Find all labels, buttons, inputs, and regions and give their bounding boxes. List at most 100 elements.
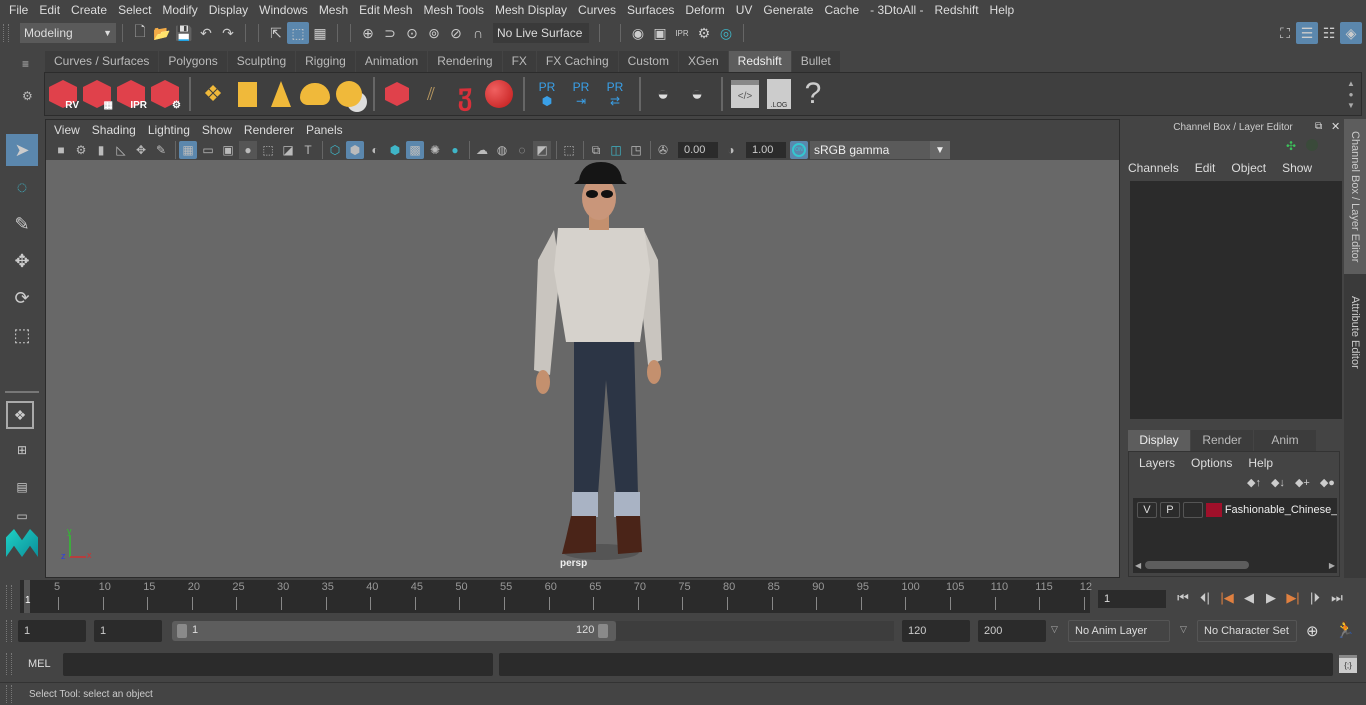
- depth-of-field-icon[interactable]: ◩: [533, 141, 551, 159]
- render-view-icon[interactable]: ◉: [627, 22, 649, 44]
- layer-menu-help[interactable]: Help: [1248, 456, 1273, 470]
- smooth-shade-icon[interactable]: ⬢: [346, 141, 364, 159]
- play-backwards-icon[interactable]: ◀: [1238, 589, 1260, 607]
- log-file-icon[interactable]: .LOG: [763, 76, 795, 112]
- layer-tab-anim[interactable]: Anim: [1254, 430, 1316, 451]
- pr-export-icon[interactable]: PR ⇥: [565, 76, 597, 112]
- go-to-end-icon[interactable]: ⏭: [1326, 589, 1348, 607]
- field-chart-icon[interactable]: ⬚: [259, 141, 277, 159]
- script-editor-icon[interactable]: </>: [729, 76, 761, 112]
- scroll-left-icon[interactable]: ◀: [1135, 561, 1141, 570]
- gamma-icon[interactable]: ◑: [722, 141, 740, 159]
- script-language-toggle[interactable]: MEL: [28, 658, 51, 670]
- view-transform-dropdown[interactable]: sRGB gamma ▼: [810, 141, 950, 159]
- shelf-tab-polygons[interactable]: Polygons: [159, 51, 227, 72]
- viewport-menu-shading[interactable]: Shading: [88, 123, 144, 137]
- menu-edit-mesh[interactable]: Edit Mesh: [354, 3, 418, 17]
- layer-display-type-toggle[interactable]: [1182, 502, 1203, 518]
- exposure-icon[interactable]: ✇: [654, 141, 672, 159]
- image-plane-icon[interactable]: ◺: [112, 141, 130, 159]
- move-tool-icon[interactable]: ✥: [6, 245, 38, 277]
- menu-mesh-display[interactable]: Mesh Display: [490, 3, 573, 17]
- channel-box-toggle-icon[interactable]: ◈: [1340, 22, 1362, 44]
- exposure-field[interactable]: 0.00: [678, 142, 718, 158]
- isolate-select-icon[interactable]: ⬚: [560, 141, 578, 159]
- outliner-persp-layout-icon[interactable]: ▤: [6, 471, 38, 503]
- menu-3dtoall[interactable]: - 3DtoAll -: [865, 3, 929, 17]
- redshift-sun-sky-icon[interactable]: [333, 76, 365, 112]
- render-frame-icon[interactable]: ▣: [649, 22, 671, 44]
- channel-box-menu-object[interactable]: Object: [1231, 161, 1266, 175]
- viewport-menu-panels[interactable]: Panels: [302, 123, 351, 137]
- grip-handle[interactable]: [3, 24, 9, 42]
- animation-preferences-icon[interactable]: 🏃: [1335, 620, 1355, 640]
- layer-row[interactable]: V P Fashionable_Chinese_: [1133, 498, 1337, 518]
- render-settings-icon[interactable]: ⚙: [693, 22, 715, 44]
- shelf-settings-gear-icon[interactable]: ⚙: [22, 89, 33, 103]
- scroll-right-icon[interactable]: ▶: [1329, 561, 1335, 570]
- layer-color-swatch[interactable]: [1205, 503, 1222, 517]
- timeslider-grip[interactable]: [6, 585, 12, 609]
- anim-layer-dropdown-icon[interactable]: ▽: [1051, 624, 1058, 635]
- manipulator-axis-icon[interactable]: ✣: [1286, 139, 1296, 153]
- viewport-menu-lighting[interactable]: Lighting: [144, 123, 198, 137]
- rotate-tool-icon[interactable]: ⟳: [6, 282, 38, 314]
- time-slider[interactable]: 1 5 10 15 20 25 30 35 40 45 50 55 60 65 70 75 80 85 90 95 1…: [20, 580, 1092, 613]
- bake-pie-icon[interactable]: ◒: [647, 76, 679, 112]
- shelf-tab-curves-surfaces[interactable]: Curves / Surfaces: [45, 51, 159, 72]
- undo-icon[interactable]: ↶: [195, 22, 217, 44]
- persp-graph-layout-icon[interactable]: ▭: [6, 508, 38, 524]
- redshift-material-ball-icon[interactable]: [483, 76, 515, 112]
- save-scene-icon[interactable]: 💾: [173, 22, 195, 44]
- command-line-grip[interactable]: [6, 653, 12, 675]
- make-live-icon[interactable]: ∩: [467, 22, 489, 44]
- gate-mask-icon[interactable]: ●: [239, 141, 257, 159]
- bookmark-icon[interactable]: ▮: [92, 141, 110, 159]
- menu-display[interactable]: Display: [204, 3, 254, 17]
- shelf-tab-redshift[interactable]: Redshift: [728, 51, 791, 72]
- single-pane-layout-icon[interactable]: ❖: [6, 401, 34, 429]
- snap-view-plane-icon[interactable]: ⊘: [445, 22, 467, 44]
- redshift-hair-icon[interactable]: ⫽: [415, 76, 447, 112]
- menu-generate[interactable]: Generate: [758, 3, 819, 17]
- command-input[interactable]: [63, 653, 493, 676]
- camera-attributes-icon[interactable]: ⚙: [72, 141, 90, 159]
- xray-active-components-icon[interactable]: ◳: [627, 141, 645, 159]
- shadows-icon[interactable]: ●: [446, 141, 464, 159]
- menu-create[interactable]: Create: [66, 3, 113, 17]
- viewport-menu-renderer[interactable]: Renderer: [240, 123, 302, 137]
- shelf-tab-sculpting[interactable]: Sculpting: [227, 51, 296, 72]
- redshift-settings-icon[interactable]: ⚙: [149, 76, 181, 112]
- color-management-toggle[interactable]: ON: [790, 141, 808, 159]
- redshift-area-light-icon[interactable]: ❖: [197, 76, 229, 112]
- paint-select-tool-icon[interactable]: ✎: [6, 208, 38, 240]
- menu-deform[interactable]: Deform: [680, 3, 730, 17]
- safe-title-icon[interactable]: T: [299, 141, 317, 159]
- shelf-tab-xgen[interactable]: XGen: [678, 51, 728, 72]
- shelf-tab-rendering[interactable]: Rendering: [428, 51, 502, 72]
- tool-settings-toggle-icon[interactable]: ☷: [1318, 22, 1340, 44]
- channel-box-area[interactable]: [1130, 181, 1342, 419]
- redo-icon[interactable]: ↷: [217, 22, 239, 44]
- select-camera-icon[interactable]: ■: [52, 141, 70, 159]
- layer-list-hscrollbar[interactable]: ◀ ▶: [1133, 559, 1337, 571]
- select-component-icon[interactable]: ▦: [309, 22, 331, 44]
- shelf-tab-fx-caching[interactable]: FX Caching: [536, 51, 618, 72]
- select-object-icon[interactable]: ⬚: [287, 22, 309, 44]
- redshift-ipr-icon[interactable]: IPR: [115, 76, 147, 112]
- scale-tool-icon[interactable]: ⬚: [6, 319, 38, 351]
- redshift-dome-light-icon[interactable]: [299, 76, 331, 112]
- redshift-ies-light-icon[interactable]: [265, 76, 297, 112]
- menu-redshift[interactable]: Redshift: [930, 3, 985, 17]
- step-forward-frame-icon[interactable]: |⏵: [1304, 589, 1326, 607]
- shelf-tabs-menu-icon[interactable]: ≡: [22, 57, 29, 71]
- live-surface-field[interactable]: No Live Surface: [493, 23, 589, 43]
- new-layer-icon[interactable]: ◆+: [1295, 476, 1310, 489]
- new-layer-selected-icon[interactable]: ◆●: [1320, 476, 1335, 489]
- xray-joints-icon[interactable]: ◫: [607, 141, 625, 159]
- channel-box-menu-channels[interactable]: Channels: [1128, 161, 1179, 175]
- default-material-icon[interactable]: ◐: [366, 141, 384, 159]
- wireframe-on-shaded-icon[interactable]: ⬢: [386, 141, 404, 159]
- motion-blur-icon[interactable]: ◍: [493, 141, 511, 159]
- move-layer-up-icon[interactable]: ◆↑: [1247, 476, 1261, 489]
